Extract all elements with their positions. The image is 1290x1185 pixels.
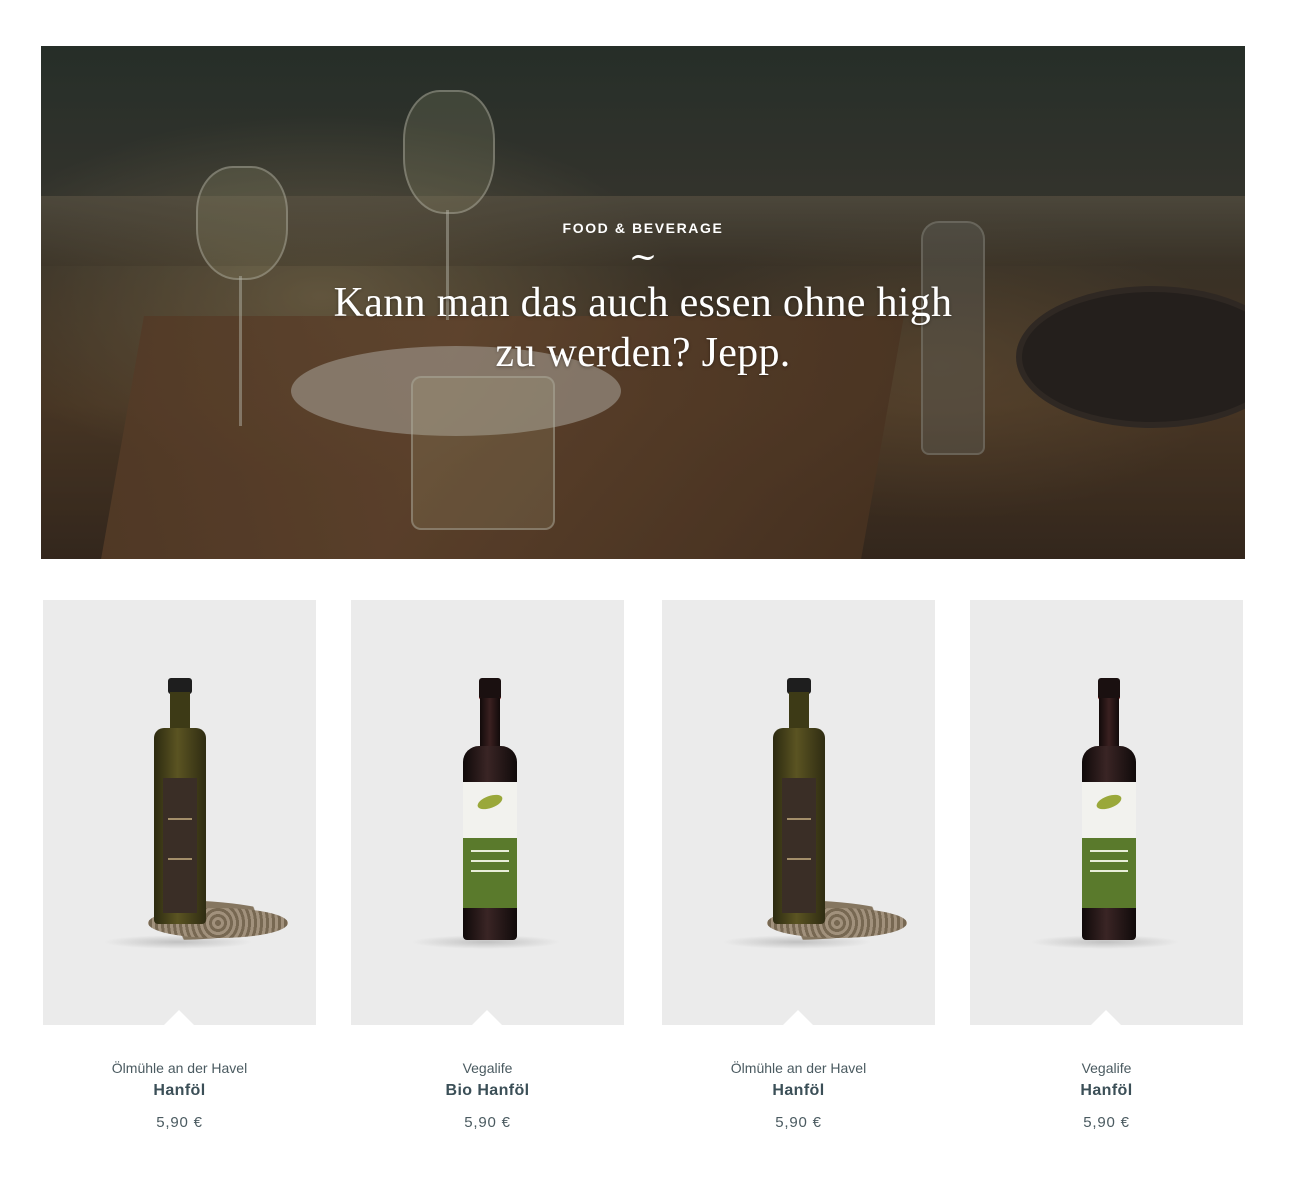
olive-bottle-image	[773, 678, 825, 928]
dark-bottle-image	[463, 678, 517, 948]
product-image[interactable]	[662, 600, 935, 1025]
product-brand: Vegalife	[1081, 1060, 1132, 1076]
card-notch	[783, 1010, 813, 1025]
tilde-divider-icon: ~	[628, 237, 658, 277]
product-meta: Vegalife Hanföl 5,90 €	[970, 1058, 1243, 1131]
product-name[interactable]: Bio Hanföl	[351, 1078, 624, 1104]
product-name[interactable]: Hanföl	[662, 1078, 935, 1104]
card-notch	[1091, 1010, 1121, 1025]
product-price: 5,90 €	[464, 1114, 511, 1131]
product-image[interactable]	[351, 600, 624, 1025]
product-card[interactable]: Vegalife Bio Hanföl 5,90 €	[351, 600, 624, 1131]
product-meta: Vegalife Bio Hanföl 5,90 €	[351, 1058, 624, 1131]
product-card[interactable]: Ölmühle an der Havel Hanföl 5,90 €	[43, 600, 316, 1131]
product-card[interactable]: Vegalife Hanföl 5,90 €	[970, 600, 1243, 1131]
olive-bottle-image	[154, 678, 206, 928]
product-brand: Ölmühle an der Havel	[111, 1060, 248, 1076]
product-name[interactable]: Hanföl	[43, 1078, 316, 1104]
hero-headline: Kann man das auch essen ohne high zu wer…	[333, 280, 953, 376]
product-image[interactable]	[43, 600, 316, 1025]
product-price: 5,90 €	[775, 1114, 822, 1131]
hero-content: FOOD & BEVERAGE ~ Kann man das auch esse…	[41, 220, 1245, 378]
product-card[interactable]: Ölmühle an der Havel Hanföl 5,90 €	[662, 600, 935, 1131]
product-price: 5,90 €	[156, 1114, 203, 1131]
product-brand: Ölmühle an der Havel	[730, 1060, 867, 1076]
product-brand: Vegalife	[462, 1060, 513, 1076]
product-grid: Ölmühle an der Havel Hanföl 5,90 € Vegal…	[43, 600, 1243, 1160]
hero-banner[interactable]: FOOD & BEVERAGE ~ Kann man das auch esse…	[41, 46, 1245, 559]
product-meta: Ölmühle an der Havel Hanföl 5,90 €	[662, 1058, 935, 1131]
product-name[interactable]: Hanföl	[970, 1078, 1243, 1104]
card-notch	[164, 1010, 194, 1025]
product-price: 5,90 €	[1083, 1114, 1130, 1131]
hero-category-label[interactable]: FOOD & BEVERAGE	[41, 220, 1245, 236]
dark-bottle-image	[1082, 678, 1136, 948]
product-meta: Ölmühle an der Havel Hanföl 5,90 €	[43, 1058, 316, 1131]
card-notch	[472, 1010, 502, 1025]
product-image[interactable]	[970, 600, 1243, 1025]
